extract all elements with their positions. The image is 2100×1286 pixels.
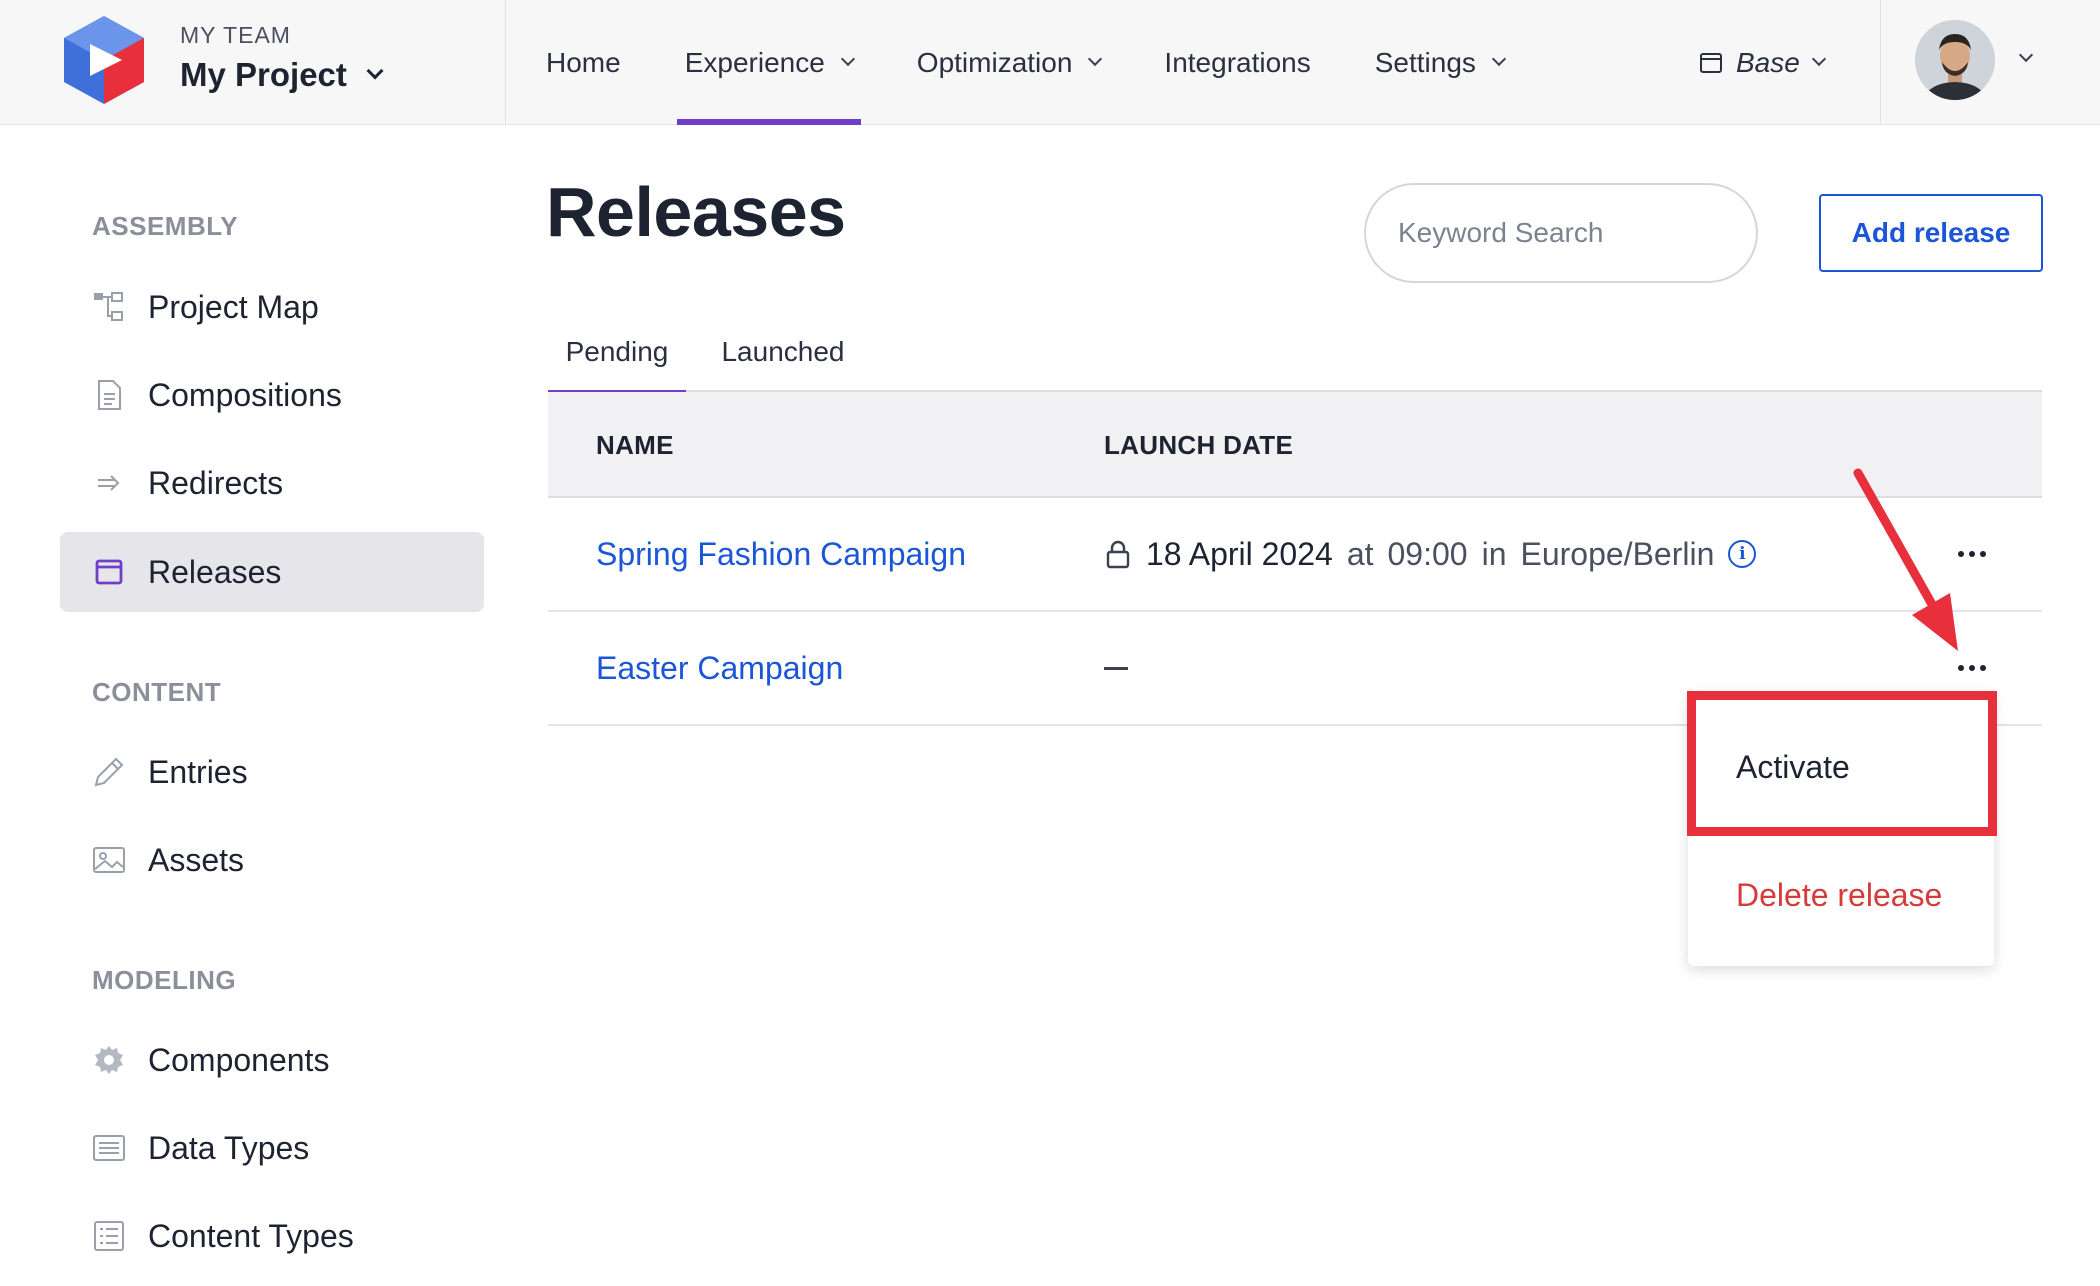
- row-actions-button[interactable]: [1948, 536, 1996, 572]
- search-input[interactable]: [1398, 217, 1759, 249]
- table-header: NAME LAUNCH DATE: [548, 392, 2042, 498]
- row-actions-button[interactable]: [1948, 650, 1996, 686]
- nav-experience-label: Experience: [684, 46, 825, 78]
- table-row: Spring Fashion Campaign 18 April 2024 at…: [548, 498, 2042, 612]
- tab-launched-label: Launched: [721, 336, 845, 367]
- tab-pending[interactable]: Pending: [548, 312, 686, 394]
- chevron-down-icon[interactable]: [2018, 47, 2034, 63]
- chevron-down-icon: [366, 62, 384, 80]
- project-map-icon: [92, 290, 126, 324]
- environment-selector[interactable]: Base: [1700, 0, 1826, 125]
- team-label: MY TEAM: [180, 22, 291, 48]
- user-menu: [1880, 0, 2100, 125]
- sidebar-section-assembly: ASSEMBLY: [92, 211, 239, 241]
- column-header-launch-date: LAUNCH DATE: [1104, 429, 1294, 460]
- more-dot: [1969, 551, 1975, 557]
- list-icon: [92, 1219, 126, 1253]
- nav-home[interactable]: Home: [546, 0, 621, 125]
- project-switcher: MY TEAM My Project: [0, 0, 506, 125]
- sidebar-item-label: Data Types: [148, 1129, 310, 1166]
- nav-settings-label: Settings: [1374, 46, 1476, 78]
- menu-item-label: Activate: [1736, 748, 1850, 785]
- sidebar-section-content: CONTENT: [92, 677, 222, 707]
- sidebar-item-label: Compositions: [148, 376, 342, 413]
- calendar-icon: [1700, 52, 1722, 73]
- app-logo: [64, 16, 144, 104]
- keyword-search[interactable]: [1364, 183, 1759, 283]
- release-name-link[interactable]: Spring Fashion Campaign: [596, 498, 966, 610]
- sidebar-item-label: Entries: [148, 753, 248, 790]
- launch-date-in: in: [1481, 535, 1507, 572]
- menu-item-delete-release[interactable]: Delete release: [1688, 836, 1994, 954]
- release-tabs: Pending Launched: [548, 312, 2042, 394]
- more-dot: [1969, 665, 1975, 671]
- sidebar-section-modeling: MODELING: [92, 965, 237, 995]
- nav-home-label: Home: [546, 46, 621, 78]
- more-dot: [1958, 551, 1964, 557]
- sidebar-item-label: Project Map: [148, 288, 319, 325]
- chevron-down-icon: [1811, 51, 1826, 66]
- chevron-down-icon: [1088, 51, 1103, 66]
- sidebar-item-data-types[interactable]: Data Types: [60, 1108, 484, 1188]
- pencil-icon: [92, 755, 126, 789]
- sidebar-item-label: Assets: [148, 841, 245, 878]
- sidebar-item-label: Redirects: [148, 464, 284, 501]
- row-actions-menu: Activate Delete release: [1688, 692, 1994, 966]
- tab-launched[interactable]: Launched: [716, 312, 850, 392]
- document-icon: [92, 378, 126, 412]
- column-header-name: NAME: [596, 429, 674, 460]
- more-dot: [1958, 665, 1964, 671]
- avatar[interactable]: [1915, 20, 1995, 100]
- launch-date-cell: 18 April 2024 at 09:00 in Europe/Berlin …: [1104, 498, 1757, 610]
- launch-date-at: at: [1346, 535, 1374, 572]
- sidebar-item-entries[interactable]: Entries: [60, 732, 484, 812]
- redirect-arrow-icon: [92, 466, 126, 500]
- nav-experience[interactable]: Experience: [676, 0, 861, 125]
- chevron-down-icon: [840, 51, 855, 66]
- project-selector[interactable]: My Project: [180, 56, 384, 94]
- main-nav: Home Experience Optimization Integration…: [546, 0, 1568, 125]
- launch-time: 09:00: [1387, 535, 1468, 572]
- lock-icon: [1106, 540, 1130, 569]
- sidebar-item-assets[interactable]: Assets: [60, 820, 484, 900]
- sidebar-item-compositions[interactable]: Compositions: [60, 355, 484, 435]
- sidebar: ASSEMBLY Project Map Compositions Redire…: [0, 125, 500, 1286]
- launch-date-cell: [1104, 612, 1128, 724]
- info-icon[interactable]: i: [1728, 540, 1757, 568]
- nav-integrations[interactable]: Integrations: [1164, 0, 1310, 125]
- release-name-link[interactable]: Easter Campaign: [596, 612, 843, 724]
- sidebar-item-content-types[interactable]: Content Types: [60, 1196, 484, 1276]
- more-dot: [1980, 665, 1986, 671]
- more-dot: [1980, 551, 1986, 557]
- nav-optimization[interactable]: Optimization: [916, 0, 1103, 125]
- data-list-icon: [92, 1131, 126, 1165]
- top-bar: MY TEAM My Project Home Experience Optim…: [0, 0, 2100, 125]
- tab-pending-label: Pending: [565, 336, 669, 367]
- sidebar-item-label: Releases: [148, 553, 282, 590]
- launch-timezone: Europe/Berlin: [1520, 535, 1715, 572]
- page-title: Releases: [546, 173, 846, 251]
- nav-settings[interactable]: Settings: [1374, 0, 1506, 125]
- sidebar-item-components[interactable]: Components: [60, 1020, 484, 1100]
- sidebar-item-project-map[interactable]: Project Map: [60, 267, 484, 347]
- nav-optimization-label: Optimization: [916, 46, 1073, 78]
- menu-item-activate[interactable]: Activate: [1688, 708, 1994, 826]
- calendar-icon: [92, 555, 126, 589]
- launch-date: 18 April 2024: [1146, 535, 1333, 572]
- avatar-image: [1915, 20, 1995, 100]
- sidebar-item-label: Content Types: [148, 1217, 354, 1254]
- menu-item-label: Delete release: [1736, 876, 1943, 913]
- project-name: My Project: [180, 56, 347, 93]
- sidebar-item-releases[interactable]: Releases: [60, 532, 484, 612]
- gear-icon: [92, 1043, 126, 1077]
- sidebar-item-redirects[interactable]: Redirects: [60, 443, 484, 523]
- environment-label: Base: [1736, 46, 1800, 78]
- nav-integrations-label: Integrations: [1164, 46, 1311, 78]
- empty-date-dash: [1104, 666, 1128, 670]
- sidebar-item-label: Components: [148, 1041, 330, 1078]
- image-icon: [92, 843, 126, 877]
- chevron-down-icon: [1491, 51, 1506, 66]
- add-release-button[interactable]: Add release: [1819, 194, 2043, 272]
